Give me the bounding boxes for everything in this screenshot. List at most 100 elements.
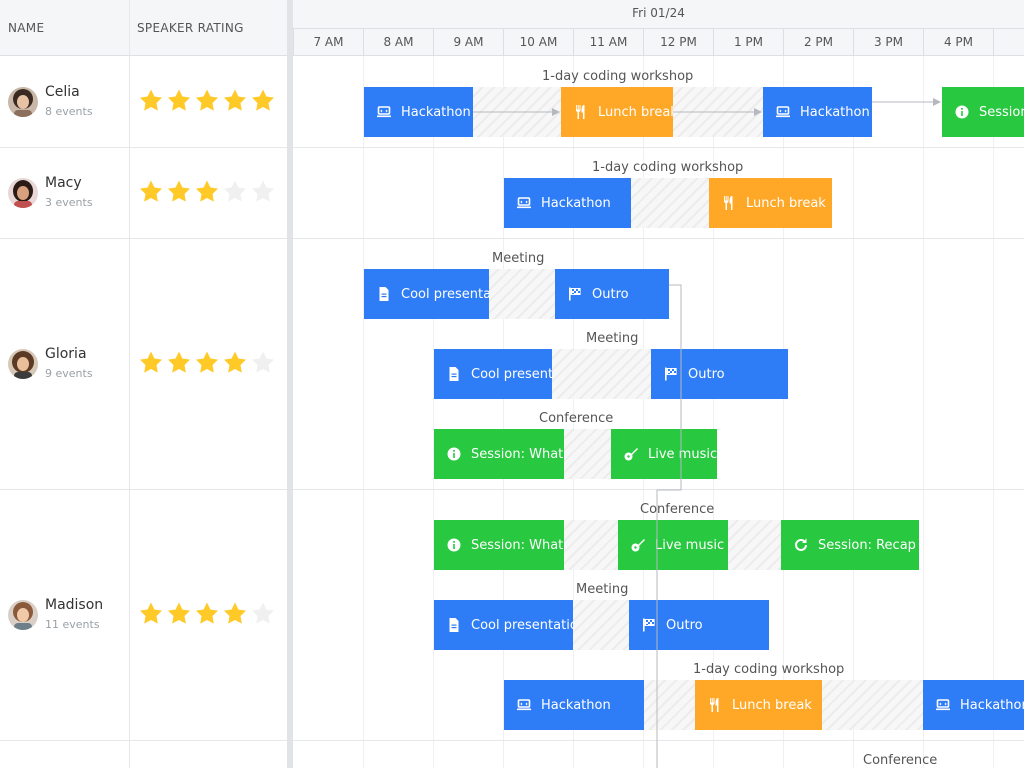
event-live-music[interactable]: Live music [611,429,717,479]
star-filled-icon[interactable] [222,601,248,627]
event-group-label: Meeting [492,251,545,266]
event-title: Cool presentation [471,617,573,633]
star-filled-icon[interactable] [222,88,248,114]
star-filled-icon[interactable] [138,179,164,205]
event-group-label: Meeting [576,582,629,597]
event-outro[interactable]: Outro [651,349,788,399]
speaker-rating[interactable] [138,350,276,376]
row-divider [293,238,1024,239]
resource-row-madison[interactable]: Madison 11 events [0,490,287,741]
utensils-icon [709,698,719,712]
guitar-icon [624,448,638,461]
day-label: Fri 01/24 [632,6,685,20]
event-lunch-break[interactable]: Lunch break [709,178,832,228]
resource-row-macy[interactable]: Macy 3 events [0,148,287,239]
resource-event-count: 8 events [45,105,93,118]
event-session[interactable]: Session [942,87,1024,137]
event-title: Session: What [471,537,564,553]
event-outro[interactable]: Outro [629,600,769,650]
event-title: Session: Recap [818,537,916,553]
event-lunch-break[interactable]: Lunch break [695,680,822,730]
event-hackathon[interactable]: Hackathon [364,87,473,137]
star-filled-icon[interactable] [166,88,192,114]
event-cool-presentation[interactable]: Cool presentation [434,349,552,399]
event-title: Lunch break [598,104,673,120]
hour-tick: 12 PM [643,28,713,56]
event-title: Session: What [471,446,564,462]
event-title: Outro [666,617,703,633]
event-title: Lunch break [746,195,826,211]
avatar [8,178,38,208]
event-session-what[interactable]: Session: What [434,520,564,570]
event-title: Live music [648,446,717,462]
star-filled-icon[interactable] [138,350,164,376]
star-filled-icon[interactable] [166,601,192,627]
event-cool-presentation[interactable]: Cool presentation [434,600,573,650]
resource-row-gloria[interactable]: Gloria 9 events [0,239,287,490]
resource-name: Gloria [45,346,87,362]
event-title: Lunch break [732,697,812,713]
hour-tick: 4 PM [923,28,993,56]
gap-indicator [822,680,923,730]
hour-tick: 3 PM [853,28,923,56]
event-title: Hackathon [800,104,870,120]
event-title: Outro [688,366,725,382]
event-lunch-break[interactable]: Lunch break [561,87,673,137]
star-filled-icon[interactable] [194,350,220,376]
resource-name: Celia [45,84,80,100]
star-filled-icon[interactable] [166,350,192,376]
event-cool-presentation[interactable]: Cool presentation [364,269,489,319]
star-empty-icon[interactable] [250,350,276,376]
resource-name: Madison [45,597,104,613]
laptop-icon [517,197,531,209]
resource-event-count: 11 events [45,618,100,631]
star-filled-icon[interactable] [138,88,164,114]
event-group-label: 1-day coding workshop [592,160,744,175]
event-hackathon[interactable]: Hackathon [763,87,872,137]
star-filled-icon[interactable] [194,179,220,205]
timeline[interactable]: Fri 01/24 7 AM 8 AM 9 AM 10 AM 11 AM 12 … [293,0,1024,768]
gridline [503,56,504,768]
speaker-rating[interactable] [138,601,276,627]
avatar [8,87,38,117]
event-outro[interactable]: Outro [555,269,669,319]
gap-indicator [489,269,555,319]
scheduler: NAME SPEAKER RATING Celia 8 events Macy … [0,0,1024,768]
event-title: Hackathon [541,195,611,211]
file-icon [379,287,389,301]
file-icon [449,618,459,632]
laptop-icon [776,106,790,118]
star-filled-icon[interactable] [250,88,276,114]
speaker-rating-column-header[interactable]: SPEAKER RATING [137,0,244,56]
event-session-recap[interactable]: Session: Recap [781,520,919,570]
laptop-icon [517,699,531,711]
event-hackathon[interactable]: Hackathon [504,680,644,730]
star-filled-icon[interactable] [194,601,220,627]
event-group-label: Conference [539,411,614,426]
gap-indicator [473,87,561,137]
star-filled-icon[interactable] [138,601,164,627]
event-group-label: Conference [863,753,938,768]
resource-row-celia[interactable]: Celia 8 events [0,56,287,148]
speaker-rating[interactable] [138,88,276,114]
star-empty-icon[interactable] [250,179,276,205]
event-hackathon[interactable]: Hackathon [504,178,631,228]
gridline [363,56,364,768]
info-icon [447,538,461,552]
star-filled-icon[interactable] [222,350,248,376]
star-empty-icon[interactable] [222,179,248,205]
event-live-music[interactable]: Live music [618,520,728,570]
star-filled-icon[interactable] [194,88,220,114]
row-divider [293,489,1024,490]
resource-name: Macy [45,175,82,191]
gap-indicator [728,520,781,570]
star-empty-icon[interactable] [250,601,276,627]
event-session-what[interactable]: Session: What [434,429,564,479]
event-group-label: 1-day coding workshop [693,662,845,677]
name-column-header[interactable]: NAME [8,0,44,56]
star-filled-icon[interactable] [166,179,192,205]
timeline-header: Fri 01/24 7 AM 8 AM 9 AM 10 AM 11 AM 12 … [293,0,1024,56]
event-hackathon[interactable]: Hackathon [923,680,1024,730]
speaker-rating[interactable] [138,179,276,205]
gap-indicator [631,178,709,228]
